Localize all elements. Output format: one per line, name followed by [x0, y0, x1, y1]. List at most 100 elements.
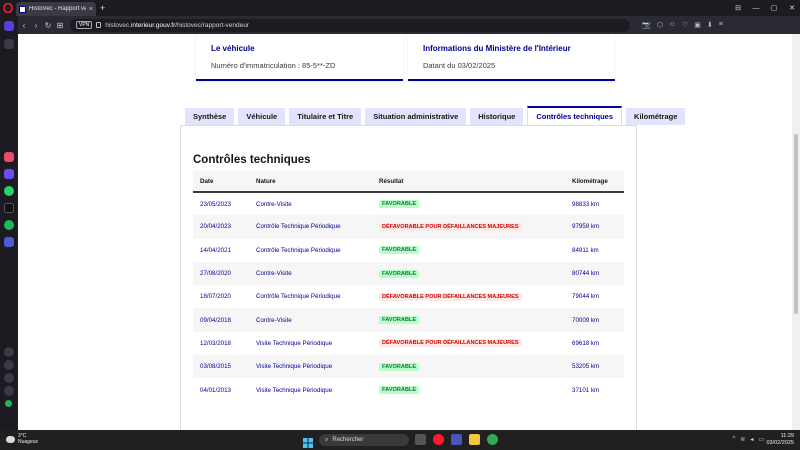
search-placeholder: Rechercher — [332, 437, 364, 443]
weather-widget[interactable]: 3°C Nuageux — [6, 433, 38, 445]
toolbar-icons: 📷 ⬡ ☺ ♡ ▣ ⬇ ≡ — [642, 21, 723, 29]
bookmark-icon[interactable]: ♡ — [682, 21, 688, 29]
forward-button[interactable]: › — [30, 21, 42, 30]
vehicle-card-title: Le véhicule — [211, 44, 255, 53]
tab-historique[interactable]: Historique — [470, 108, 524, 125]
spotify-icon[interactable] — [4, 220, 14, 230]
teams-icon[interactable] — [451, 434, 462, 445]
extensions-icon[interactable]: ⬡ — [657, 21, 663, 29]
sidebar-toggle-icon[interactable]: ▣ — [694, 21, 701, 29]
vpn-badge[interactable]: VPN — [76, 21, 93, 29]
workspace-icon[interactable] — [4, 39, 14, 49]
file-explorer-icon[interactable] — [469, 434, 480, 445]
taskbar-clock[interactable]: 11:29 03/02/2025 — [766, 433, 794, 447]
cell-km: 53205 km — [565, 355, 624, 379]
section-title: Contrôles techniques — [193, 154, 311, 166]
cell-date: 20/04/2023 — [193, 215, 249, 239]
table-row: 03/08/2015 Visite Technique Périodique FAV… — [193, 355, 624, 379]
tiktok-icon[interactable] — [4, 203, 14, 213]
battery-icon[interactable]: ▭ — [758, 436, 764, 443]
cell-nature: Visite Technique Périodique — [249, 355, 372, 379]
opera-logo-icon[interactable] — [0, 0, 16, 16]
back-button[interactable]: ‹ — [18, 21, 30, 30]
cell-km: 97959 km — [565, 215, 624, 239]
history-icon[interactable] — [4, 360, 14, 370]
new-tab-button[interactable]: + — [100, 3, 105, 13]
favorable-badge: FAVORABLE — [379, 246, 420, 255]
cell-result: DÉFAVORABLE POUR DÉFAILLANCES MAJEURES — [372, 285, 565, 308]
volume-icon[interactable]: ◂ — [750, 436, 753, 443]
tab-close-icon[interactable]: × — [89, 6, 93, 13]
windows-start-icon[interactable] — [303, 435, 313, 448]
browser-sidebar — [0, 16, 18, 430]
scrollbar-thumb[interactable] — [794, 134, 798, 314]
tab-controles-techniques[interactable]: Contrôles techniques — [527, 106, 623, 125]
menu-icon[interactable]: ≡ — [719, 21, 723, 29]
snapshot-icon[interactable]: 📷 — [642, 21, 651, 29]
settings-icon[interactable] — [4, 373, 14, 383]
url-text[interactable]: histovec.interieur.gouv.fr/histovec/rapp… — [105, 22, 249, 29]
address-bar[interactable]: VPN histovec.interieur.gouv.fr/histovec/… — [70, 18, 630, 32]
cell-nature: Visite Technique Périodique — [256, 386, 333, 394]
column-header-result: Résultat — [372, 171, 565, 193]
cell-km: 84911 km — [572, 246, 599, 254]
table-row: 09/04/2018 Contre-Visite FAVORABLE 70009 km — [193, 308, 624, 332]
cell-nature: Contrôle Technique Périodique — [249, 215, 372, 239]
column-header-date: Date — [193, 171, 249, 193]
cell-date: 09/04/2018 — [193, 308, 249, 332]
browser-tab[interactable]: HistoVec - Rapport vende × — [16, 2, 96, 16]
browser-toolbar: ‹ › ↻ ⊞ VPN histovec.interieur.gouv.fr/h… — [18, 16, 800, 34]
tab-synthese[interactable]: Synthèse — [185, 108, 235, 125]
table-header-row: Date Nature Résultat Kilométrage — [193, 171, 624, 193]
cell-date: 18/07/2020 — [200, 293, 231, 301]
cell-result: FAVORABLE — [372, 239, 565, 262]
taskbar-search[interactable]: ⌕ Rechercher — [319, 434, 409, 446]
tab-kilometrage[interactable]: Kilométrage — [626, 108, 686, 125]
minimize-button[interactable]: — — [748, 5, 764, 12]
tab-search-icon[interactable]: ⊟ — [730, 4, 746, 12]
defavorable-badge: DÉFAVORABLE POUR DÉFAILLANCES MAJEURES — [379, 292, 522, 301]
cell-nature: Visite Technique Périodique — [256, 339, 333, 347]
clock-date: 03/02/2025 — [766, 440, 794, 446]
profile-icon[interactable]: ☺ — [669, 21, 676, 29]
column-header-km: Kilométrage — [565, 171, 624, 193]
aria-icon[interactable] — [4, 152, 14, 162]
vehicle-card-text: Numéro d'immatriculation : 85-5**-ZD — [211, 61, 336, 70]
windows-taskbar: 3°C Nuageux ⌕ Rechercher ^ ≋ ◂ ▭ 11:29 03… — [0, 430, 800, 450]
favorites-icon[interactable] — [4, 347, 14, 357]
status-icon[interactable] — [5, 400, 12, 407]
tab-titulaire[interactable]: Titulaire et Titre — [289, 108, 362, 125]
extension-icon[interactable] — [4, 237, 14, 247]
cell-km: 70009 km — [565, 308, 624, 332]
window-controls: ⊟ — ▢ ✕ — [730, 0, 800, 16]
cell-nature: Contre-Visite — [249, 308, 372, 332]
opera-taskbar-icon[interactable] — [433, 434, 444, 445]
cell-km: 69618 km — [572, 339, 600, 347]
whatsapp-icon[interactable] — [4, 186, 14, 196]
close-window-button[interactable]: ✕ — [784, 4, 800, 12]
maximize-button[interactable]: ▢ — [766, 4, 782, 12]
wifi-icon[interactable]: ≋ — [740, 436, 745, 443]
chrome-icon[interactable] — [487, 434, 498, 445]
messenger-icon[interactable] — [4, 169, 14, 179]
tab-vehicule[interactable]: Véhicule — [238, 108, 286, 125]
ministry-card-title: Informations du Ministère de l'Intérieur — [423, 44, 571, 53]
home-icon[interactable] — [4, 21, 14, 31]
task-view-icon[interactable] — [415, 434, 426, 445]
cell-result: FAVORABLE — [372, 355, 565, 379]
lock-icon[interactable] — [96, 22, 102, 28]
chevron-up-icon[interactable]: ^ — [732, 436, 735, 443]
cell-date: 12/03/2018 — [200, 339, 231, 347]
cell-result: FAVORABLE — [372, 308, 565, 332]
cell-date: 04/01/2013 — [200, 386, 231, 394]
reload-button[interactable]: ↻ — [42, 21, 54, 30]
page-scrollbar[interactable] — [792, 34, 800, 430]
tips-icon[interactable] — [4, 386, 14, 396]
cell-date: 23/05/2023 — [200, 200, 231, 208]
speed-dial-button[interactable]: ⊞ — [54, 21, 66, 30]
downloads-icon[interactable]: ⬇ — [707, 21, 713, 29]
table-row: 12/03/2018 Visite Technique Périodique DÉF… — [193, 332, 624, 355]
table-row: 14/04/2021 Contrôle Technique Périodique F… — [193, 239, 624, 262]
tab-situation[interactable]: Situation administrative — [365, 108, 467, 125]
favorable-badge: FAVORABLE — [379, 269, 420, 278]
